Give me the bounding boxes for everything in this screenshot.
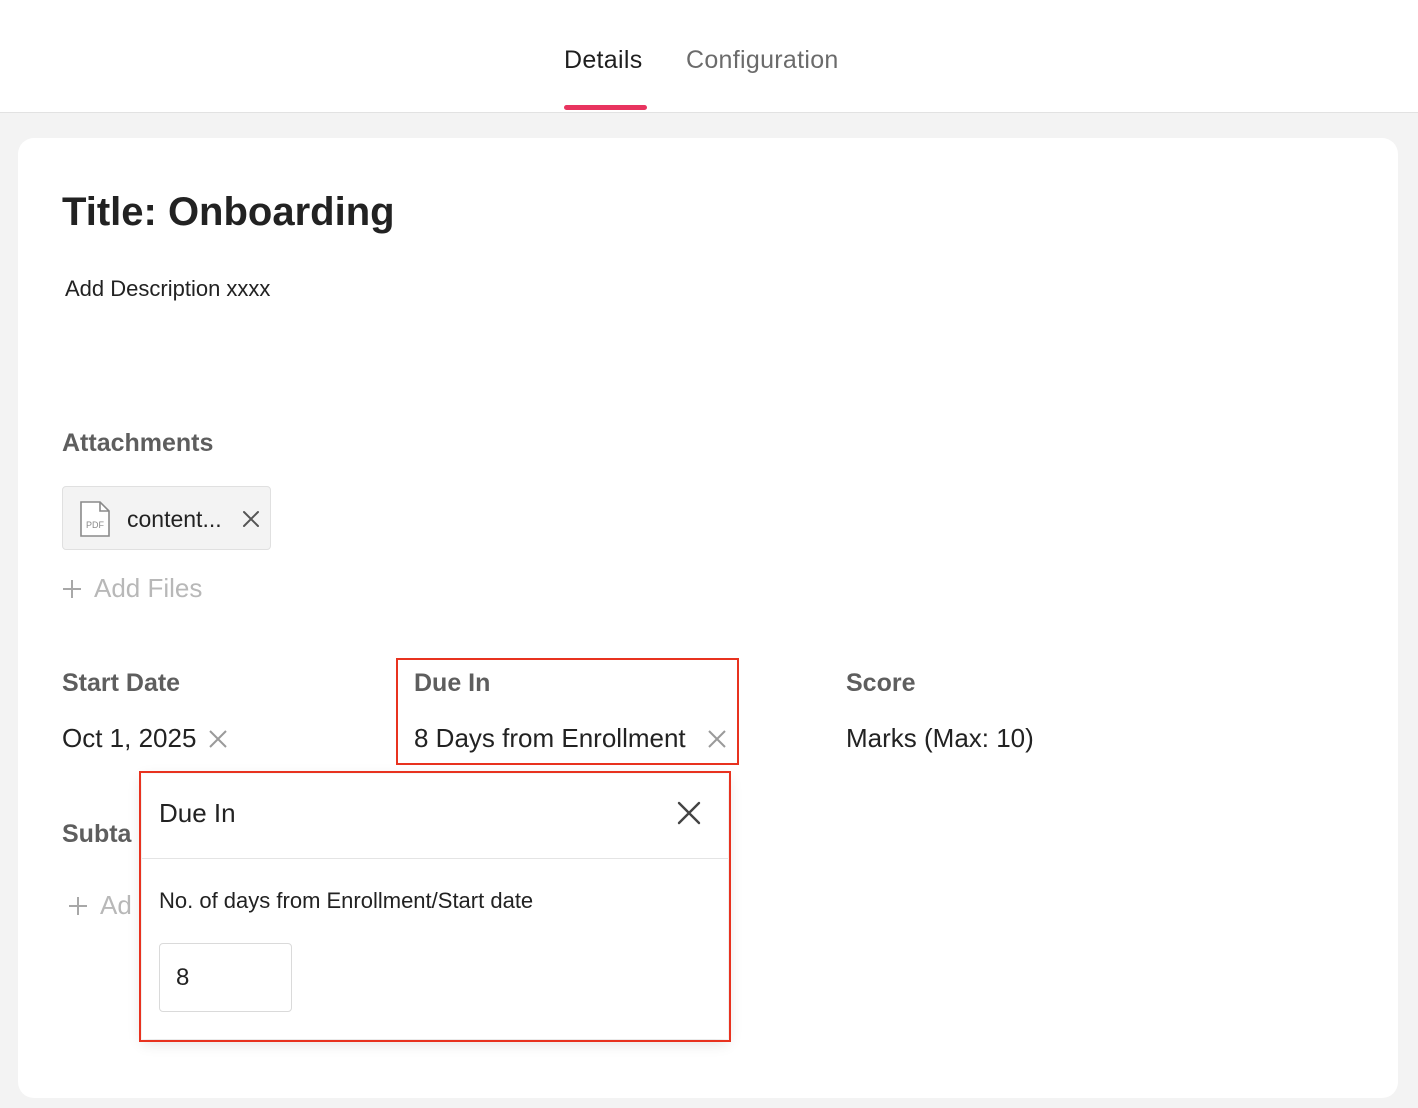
due-in-highlight-box	[396, 658, 739, 765]
active-tab-indicator	[564, 105, 647, 110]
description-text[interactable]: Add Description xxxx	[65, 276, 270, 302]
pdf-badge: PDF	[86, 520, 105, 530]
add-files-label: Add Files	[94, 573, 203, 603]
add-subtask-button[interactable]: Ad	[68, 890, 132, 921]
page-title[interactable]: Title: Onboarding	[62, 190, 395, 235]
start-date-value[interactable]: Oct 1, 2025	[62, 723, 196, 754]
score-label: Score	[846, 669, 916, 697]
clear-start-date-icon[interactable]	[208, 729, 228, 754]
score-value[interactable]: Marks (Max: 10)	[846, 723, 1034, 754]
popup-highlight-box	[139, 771, 731, 1042]
tab-configuration[interactable]: Configuration	[686, 46, 839, 75]
remove-attachment-icon[interactable]	[241, 509, 261, 534]
tab-details[interactable]: Details	[564, 46, 643, 75]
plus-icon	[68, 890, 100, 921]
pdf-file-icon: PDF	[79, 500, 111, 543]
add-subtask-label: Ad	[100, 890, 132, 920]
attachments-label: Attachments	[62, 429, 214, 457]
attachment-chip[interactable]: PDF content...	[62, 486, 271, 550]
start-date-label: Start Date	[62, 669, 181, 697]
plus-icon	[62, 573, 94, 604]
top-tab-bar: Details Configuration	[0, 0, 1418, 113]
add-files-button[interactable]: Add Files	[62, 573, 202, 604]
subtasks-label: Subta	[62, 820, 132, 848]
attachment-name: content...	[127, 506, 222, 532]
